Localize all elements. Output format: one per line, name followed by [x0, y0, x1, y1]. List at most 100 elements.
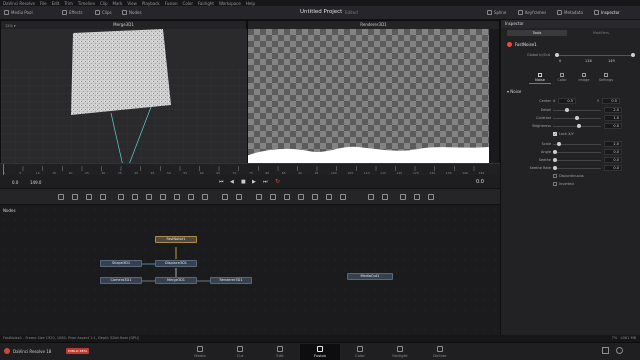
- section-noise[interactable]: ▾ Noise: [507, 89, 521, 94]
- center-y-field[interactable]: 0.5: [602, 98, 620, 104]
- keyframes-button[interactable]: Keyframes: [518, 10, 546, 15]
- merge3d-tool-icon[interactable]: [326, 194, 332, 200]
- global-current-value[interactable]: 118: [585, 59, 592, 63]
- media-pool-button[interactable]: Media Pool: [4, 10, 33, 15]
- light3d-tool-icon[interactable]: [312, 194, 318, 200]
- play-reverse-icon[interactable]: ◀: [230, 179, 234, 185]
- contrast-slider-knob[interactable]: [575, 116, 579, 120]
- menu-item-color[interactable]: Color: [183, 1, 193, 6]
- seethe-rate-slider-knob[interactable]: [553, 166, 557, 170]
- page-tab-fairlight[interactable]: Fairlight: [380, 344, 420, 360]
- render-end[interactable]: 149.0: [30, 180, 41, 185]
- menu-item-clip[interactable]: Clip: [100, 1, 108, 6]
- camera3d-tool-icon[interactable]: [298, 194, 304, 200]
- global-out-handle[interactable]: [631, 53, 635, 57]
- scale-slider-knob[interactable]: [557, 142, 561, 146]
- particle-render-tool-icon[interactable]: [382, 194, 388, 200]
- global-in-handle[interactable]: [555, 53, 559, 57]
- subtab-settings[interactable]: Settings: [595, 72, 617, 84]
- global-out-value[interactable]: 149: [608, 59, 615, 63]
- node-enable-icon[interactable]: [507, 42, 512, 47]
- node-camera3d[interactable]: Camera3D1: [100, 277, 142, 284]
- scale-field[interactable]: 2.0: [604, 141, 622, 147]
- node-displace3d[interactable]: Displace3D1: [155, 260, 197, 267]
- subtab-color[interactable]: Color: [551, 72, 573, 84]
- subtab-image[interactable]: Image: [573, 72, 595, 84]
- seethe-field[interactable]: 0.0: [604, 157, 622, 163]
- menu-item-app[interactable]: DaVinci Resolve: [3, 1, 35, 6]
- detail-slider[interactable]: [553, 109, 601, 111]
- brightness-slider-knob[interactable]: [577, 124, 581, 128]
- page-tab-media[interactable]: Media: [180, 344, 220, 360]
- merge-tool-icon[interactable]: [100, 194, 106, 200]
- node-editor[interactable]: Nodes FastNoise1 Shape3D1 Displace3D1 Ca…: [0, 205, 500, 335]
- page-tab-cut[interactable]: Cut: [220, 344, 260, 360]
- image-plane-tool-icon[interactable]: [428, 194, 434, 200]
- menu-item-fusion[interactable]: Fusion: [165, 1, 178, 6]
- text-tool-icon[interactable]: [86, 194, 92, 200]
- matte-tool-icon[interactable]: [160, 194, 166, 200]
- tab-tools[interactable]: Tools: [507, 30, 567, 36]
- seethe-rate-slider[interactable]: [553, 167, 601, 169]
- time-ruler[interactable]: 0 5 10 15 20 25 30 35 40 45 50 55 60 65 70 75 80 85 90 95 10…: [0, 163, 500, 176]
- play-icon[interactable]: ▶: [252, 179, 256, 185]
- clips-button[interactable]: Clips: [95, 10, 112, 15]
- particle-emitter-tool-icon[interactable]: [368, 194, 374, 200]
- discontinuous-checkbox[interactable]: [553, 174, 557, 178]
- brightness-field[interactable]: 0.0: [604, 123, 622, 129]
- mask-tool-icon[interactable]: [222, 194, 228, 200]
- global-inout-slider[interactable]: [555, 55, 633, 56]
- tracker-tool-icon[interactable]: [256, 194, 262, 200]
- node-shape3d[interactable]: Shape3D1: [100, 260, 142, 267]
- viewer-right[interactable]: Renderer3D1 ✛: [247, 20, 500, 176]
- effects-button[interactable]: Effects: [62, 10, 83, 15]
- viewer-left[interactable]: 12% ▾ Merge3D1: [0, 20, 248, 176]
- current-frame[interactable]: 0.0: [476, 179, 484, 185]
- menu-item-help[interactable]: Help: [246, 1, 255, 6]
- shape3d-tool-icon[interactable]: [284, 194, 290, 200]
- lock-xy-checkbox[interactable]: ✓: [553, 132, 557, 136]
- seethe-slider[interactable]: [553, 159, 601, 161]
- menu-item-trim[interactable]: Trim: [64, 1, 73, 6]
- stop-icon[interactable]: ■: [241, 179, 246, 185]
- menu-item-file[interactable]: File: [40, 1, 47, 6]
- node-mediaout[interactable]: MediaOut1: [347, 273, 393, 280]
- inverted-checkbox[interactable]: [553, 182, 557, 186]
- home-icon[interactable]: [602, 347, 609, 354]
- angle-slider[interactable]: [553, 151, 601, 153]
- page-tab-edit[interactable]: Edit: [260, 344, 300, 360]
- tab-modifiers[interactable]: Modifiers: [571, 30, 631, 36]
- polygon-tool-icon[interactable]: [236, 194, 242, 200]
- resize-tool-icon[interactable]: [188, 194, 194, 200]
- menu-item-timeline[interactable]: Timeline: [78, 1, 95, 6]
- detail-field[interactable]: 2.0: [604, 107, 622, 113]
- detail-slider-knob[interactable]: [565, 108, 569, 112]
- menu-item-view[interactable]: View: [127, 1, 137, 6]
- text3d-tool-icon[interactable]: [414, 194, 420, 200]
- inspector-button[interactable]: Inspector: [594, 10, 620, 15]
- contrast-field[interactable]: 1.0: [604, 115, 622, 121]
- color-corrector-tool-icon[interactable]: [132, 194, 138, 200]
- menu-item-mark[interactable]: Mark: [113, 1, 123, 6]
- go-to-start-icon[interactable]: ⏮: [219, 179, 224, 185]
- metadata-button[interactable]: Metadata: [557, 10, 583, 15]
- menu-item-workspace[interactable]: Workspace: [219, 1, 241, 6]
- angle-slider-knob[interactable]: [553, 150, 557, 154]
- fx-tool-icon[interactable]: [400, 194, 406, 200]
- blur-tool-icon[interactable]: [118, 194, 124, 200]
- renderer3d-tool-icon[interactable]: [340, 194, 346, 200]
- transform-tool-icon[interactable]: [174, 194, 180, 200]
- node-renderer3d[interactable]: Renderer3D1: [210, 277, 252, 284]
- subtab-noise[interactable]: Noise: [529, 72, 551, 84]
- particle-tool-icon[interactable]: [270, 194, 276, 200]
- nodes-button[interactable]: Nodes: [122, 10, 142, 15]
- paint-tool-icon[interactable]: [72, 194, 78, 200]
- global-in-value[interactable]: 0: [559, 59, 561, 63]
- seethe-slider-knob[interactable]: [553, 158, 557, 162]
- render-start[interactable]: 0.0: [12, 180, 18, 185]
- node-fastnoise[interactable]: FastNoise1: [155, 236, 197, 243]
- page-tab-deliver[interactable]: Deliver: [420, 344, 460, 360]
- settings-gear-icon[interactable]: [616, 347, 623, 354]
- page-tab-color[interactable]: Color: [340, 344, 380, 360]
- go-to-end-icon[interactable]: ⏭: [263, 179, 268, 185]
